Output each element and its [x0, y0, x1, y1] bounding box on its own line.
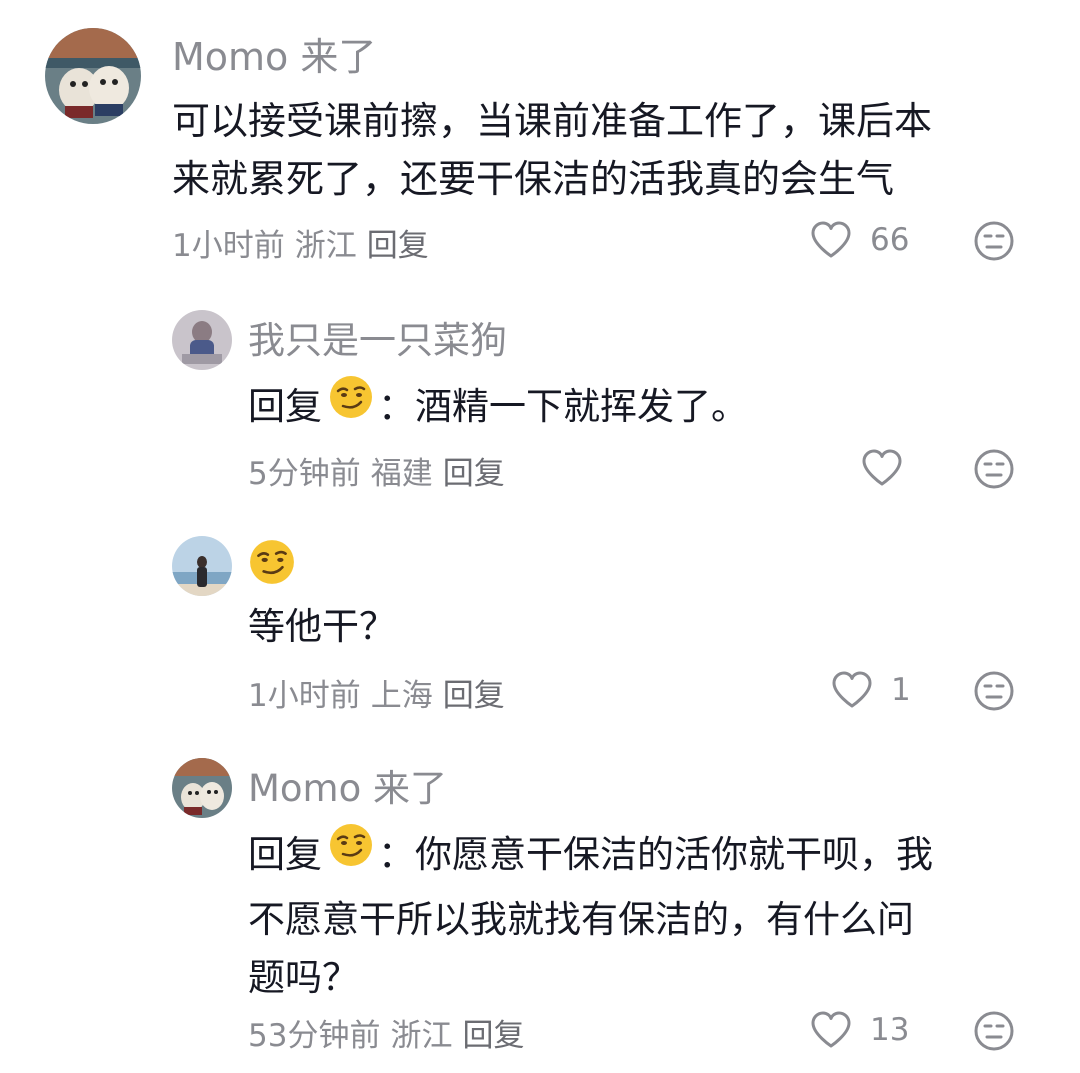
reply-button[interactable]: 回复 — [462, 1018, 524, 1054]
comment-location: 浙江 — [294, 228, 357, 264]
like-button[interactable]: 66 — [810, 220, 909, 260]
avatar[interactable] — [45, 28, 141, 124]
heart-outline-icon — [811, 221, 851, 258]
comment-location: 福建 — [370, 456, 433, 492]
dislike-button[interactable] — [973, 220, 1015, 262]
comment-meta: 1小时前 浙江 回复 — [172, 220, 429, 265]
smirk-emoji — [328, 822, 374, 885]
heart-outline-icon — [862, 449, 902, 486]
comment-text-line: 题吗？ — [248, 956, 359, 999]
like-count: 1 — [891, 672, 911, 708]
comment-author[interactable]: 我只是一只菜狗 — [248, 310, 507, 364]
comment-author[interactable]: Momo 来了 — [248, 758, 447, 812]
comment-text: 回复 ：你愿意干保洁的活你就干呗，我 不愿意干所以我就找有保洁的，有什么问 题吗… — [248, 822, 933, 1007]
comment-text-line: 可以接受课前擦，当课前准备工作了，课后本 — [172, 99, 933, 143]
neutral-face-icon — [974, 671, 1014, 711]
heart-outline-icon — [811, 1011, 851, 1048]
reply-prefix: 回复 — [248, 833, 322, 876]
comment-text-line: 等他干？ — [248, 605, 396, 648]
dislike-button[interactable] — [973, 670, 1015, 712]
avatar[interactable] — [172, 758, 232, 818]
comment-text-segment: ：你愿意干保洁的活你就干呗，我 — [378, 833, 933, 876]
comment-author[interactable]: Momo 来了 — [172, 26, 376, 81]
comment-meta: 53分钟前 浙江 回复 — [248, 1010, 524, 1055]
comment-text: 等他干？ — [248, 598, 396, 656]
dislike-button[interactable] — [973, 1010, 1015, 1052]
comment-location: 浙江 — [390, 1018, 453, 1054]
comment-text-line: ：酒精一下就挥发了。 — [378, 385, 748, 428]
dislike-button[interactable] — [973, 448, 1015, 490]
comment-text: 回复 ：酒精一下就挥发了。 — [248, 374, 748, 443]
comment-text: 可以接受课前擦，当课前准备工作了，课后本 来就累死了，还要干保洁的活我真的会生气 — [172, 92, 932, 208]
comment-time: 1小时前 — [172, 228, 285, 264]
comment-time: 5分钟前 — [248, 456, 361, 492]
smirk-emoji — [328, 374, 374, 437]
comment-text-line: 不愿意干所以我就找有保洁的，有什么问 — [248, 898, 914, 941]
like-button[interactable]: 1 — [831, 670, 911, 710]
smirk-emoji — [248, 538, 296, 590]
comment-time: 1小时前 — [248, 678, 361, 714]
comment-meta: 5分钟前 福建 回复 — [248, 448, 505, 493]
like-button[interactable]: 13 — [810, 1010, 909, 1050]
comment-text-line: 回复 ：你愿意干保洁的活你就干呗，我 — [248, 822, 933, 891]
reply-button[interactable]: 回复 — [367, 228, 429, 264]
neutral-face-icon — [974, 1011, 1014, 1051]
reply-prefix: 回复 — [248, 385, 322, 428]
comment-time: 53分钟前 — [248, 1018, 381, 1054]
avatar[interactable] — [172, 310, 232, 370]
neutral-face-icon — [974, 449, 1014, 489]
like-count: 66 — [870, 222, 910, 258]
like-count: 13 — [870, 1012, 910, 1048]
comment-text-line: 来就累死了，还要干保洁的活我真的会生气 — [172, 157, 895, 201]
avatar[interactable] — [172, 536, 232, 596]
like-button[interactable] — [861, 448, 903, 488]
heart-outline-icon — [832, 671, 872, 708]
comment-meta: 1小时前 上海 回复 — [248, 670, 505, 715]
comment-location: 上海 — [370, 678, 433, 714]
reply-button[interactable]: 回复 — [443, 678, 505, 714]
reply-button[interactable]: 回复 — [443, 456, 505, 492]
neutral-face-icon — [974, 221, 1014, 261]
